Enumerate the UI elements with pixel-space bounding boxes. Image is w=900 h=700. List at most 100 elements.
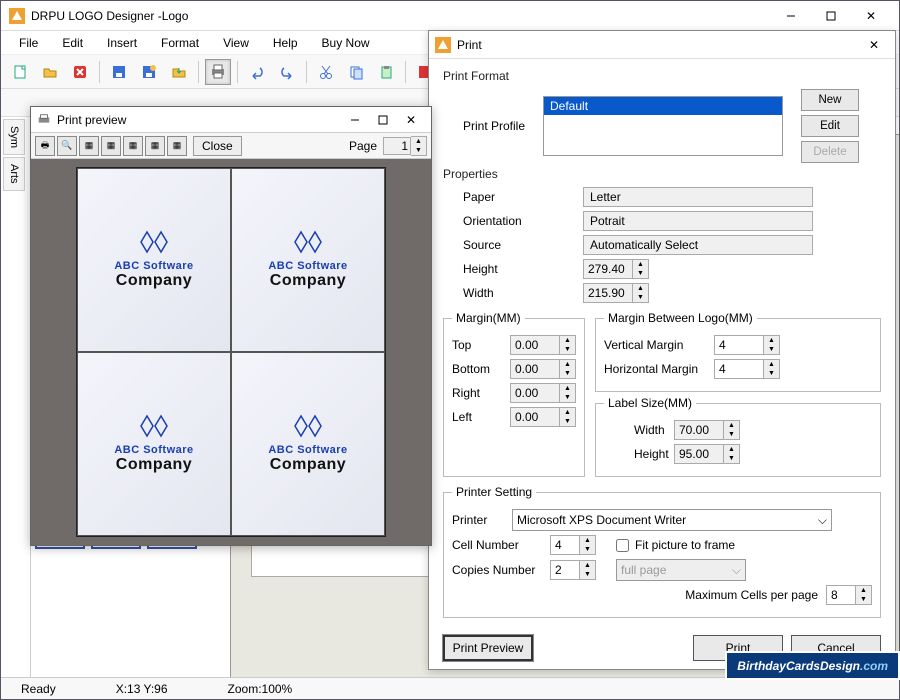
menu-view[interactable]: View <box>213 34 259 52</box>
cell-number-spinner[interactable]: ▲▼ <box>550 535 596 555</box>
preview-layout2-icon[interactable]: ▦ <box>101 136 121 156</box>
preview-page-spinner[interactable]: ▲▼ <box>383 136 427 156</box>
preview-titlebar: Print preview ✕ <box>31 107 431 133</box>
preview-print-icon[interactable]: 🖶 <box>35 136 55 156</box>
fit-picture-checkbox[interactable]: Fit picture to frame <box>616 538 735 552</box>
margin-bottom-spinner[interactable]: ▲▼ <box>510 359 576 379</box>
maxcells-label: Maximum Cells per page <box>685 588 818 602</box>
preview-cell: ABC SoftwareCompany <box>77 168 231 352</box>
print-dialog-close-button[interactable]: ✕ <box>859 31 889 59</box>
margin-between-fieldset: Margin Between Logo(MM) Vertical Margin▲… <box>595 311 881 392</box>
printer-label: Printer <box>452 513 512 527</box>
vmargin-spinner[interactable]: ▲▼ <box>714 335 780 355</box>
cut-icon[interactable] <box>313 59 339 85</box>
print-profile-item[interactable]: Default <box>544 97 782 115</box>
copy-icon[interactable] <box>343 59 369 85</box>
properties-label: Properties <box>443 167 881 181</box>
preview-layout4-icon[interactable]: ▦ <box>145 136 165 156</box>
margin-right-spinner[interactable]: ▲▼ <box>510 383 576 403</box>
status-coords: X:13 Y:96 <box>116 682 168 696</box>
orientation-field[interactable]: Potrait <box>583 211 813 231</box>
margin-left-label: Left <box>452 410 510 424</box>
copies-number-label: Copies Number <box>452 563 542 577</box>
preview-close-button[interactable]: ✕ <box>397 106 425 134</box>
label-size-fieldset: Label Size(MM) Width▲▼ Height▲▼ <box>595 396 881 477</box>
redo-icon[interactable] <box>274 59 300 85</box>
maximize-button[interactable] <box>811 2 851 30</box>
preview-minimize-button[interactable] <box>341 106 369 134</box>
menu-edit[interactable]: Edit <box>52 34 93 52</box>
print-icon[interactable] <box>205 59 231 85</box>
new-icon[interactable] <box>7 59 33 85</box>
paper-width-spinner[interactable]: ▲▼ <box>583 283 649 303</box>
tab-arts[interactable]: Arts <box>3 157 25 191</box>
margin-top-label: Top <box>452 338 510 352</box>
paper-field[interactable]: Letter <box>583 187 813 207</box>
preview-maximize-button[interactable] <box>369 106 397 134</box>
delete-profile-button: Delete <box>801 141 859 163</box>
undo-icon[interactable] <box>244 59 270 85</box>
ls-height-spinner[interactable]: ▲▼ <box>674 444 740 464</box>
print-preview-button[interactable]: Print Preview <box>443 635 533 661</box>
open-icon[interactable] <box>37 59 63 85</box>
preview-zoom-icon[interactable]: 🔍 <box>57 136 77 156</box>
minimize-button[interactable] <box>771 2 811 30</box>
margin-top-spinner[interactable]: ▲▼ <box>510 335 576 355</box>
hmargin-spinner[interactable]: ▲▼ <box>714 359 780 379</box>
paper-height-spinner[interactable]: ▲▼ <box>583 259 649 279</box>
margin-right-label: Right <box>452 386 510 400</box>
maxcells-spinner[interactable]: ▲▼ <box>826 585 872 605</box>
chevron-down-icon: ⌵ <box>818 513 827 528</box>
app-title: DRPU LOGO Designer -Logo <box>31 9 771 23</box>
margin-legend: Margin(MM) <box>452 311 525 325</box>
saveas-icon[interactable] <box>136 59 162 85</box>
new-profile-button[interactable]: New <box>801 89 859 111</box>
paper-label: Paper <box>443 190 583 204</box>
ls-width-spinner[interactable]: ▲▼ <box>674 420 740 440</box>
cell-number-label: Cell Number <box>452 538 542 552</box>
preview-cell: ABC SoftwareCompany <box>231 168 385 352</box>
preview-layout3-icon[interactable]: ▦ <box>123 136 143 156</box>
menu-file[interactable]: File <box>9 34 48 52</box>
close-button[interactable]: ✕ <box>851 2 891 30</box>
margin-between-legend: Margin Between Logo(MM) <box>604 311 757 325</box>
source-field[interactable]: Automatically Select <box>583 235 813 255</box>
preview-page-label: Page <box>349 139 377 153</box>
preview-layout1-icon[interactable]: ▦ <box>79 136 99 156</box>
statusbar: Ready X:13 Y:96 Zoom:100% <box>1 677 899 699</box>
print-dialog-title: Print <box>457 38 859 52</box>
app-icon <box>9 8 25 24</box>
logo-mark-icon <box>139 414 169 438</box>
delete-icon[interactable] <box>67 59 93 85</box>
menu-buynow[interactable]: Buy Now <box>312 34 380 52</box>
menu-insert[interactable]: Insert <box>97 34 147 52</box>
tab-symbols[interactable]: Sym <box>3 119 25 155</box>
print-profile-list[interactable]: Default <box>543 96 783 156</box>
hmargin-label: Horizontal Margin <box>604 362 714 376</box>
printer-setting-legend: Printer Setting <box>452 485 536 499</box>
preview-toolbar: 🖶 🔍 ▦ ▦ ▦ ▦ ▦ Close Page ▲▼ <box>31 133 431 159</box>
chevron-down-icon: ▼ <box>633 269 648 278</box>
preview-close-toolbar-button[interactable]: Close <box>193 136 242 156</box>
print-dialog-icon <box>435 37 451 53</box>
preview-layout5-icon[interactable]: ▦ <box>167 136 187 156</box>
paste-icon[interactable] <box>373 59 399 85</box>
watermark: BirthdayCardsDesign.com <box>725 651 900 680</box>
ls-height-label: Height <box>604 447 674 461</box>
vmargin-label: Vertical Margin <box>604 338 714 352</box>
save-icon[interactable] <box>106 59 132 85</box>
copies-number-spinner[interactable]: ▲▼ <box>550 560 596 580</box>
edit-profile-button[interactable]: Edit <box>801 115 859 137</box>
preview-title: Print preview <box>57 113 341 127</box>
side-tabs: Sym Arts <box>1 117 31 677</box>
margin-left-spinner[interactable]: ▲▼ <box>510 407 576 427</box>
print-format-label: Print Format <box>443 69 881 83</box>
chevron-up-icon: ▲ <box>633 260 648 269</box>
menu-help[interactable]: Help <box>263 34 308 52</box>
preview-sheet: ABC SoftwareCompany ABC SoftwareCompany … <box>76 167 386 537</box>
printer-select[interactable]: Microsoft XPS Document Writer⌵ <box>512 509 832 531</box>
print-dialog-titlebar: Print ✕ <box>429 31 895 59</box>
export-icon[interactable] <box>166 59 192 85</box>
printer-setting-fieldset: Printer Setting Printer Microsoft XPS Do… <box>443 485 881 618</box>
menu-format[interactable]: Format <box>151 34 209 52</box>
